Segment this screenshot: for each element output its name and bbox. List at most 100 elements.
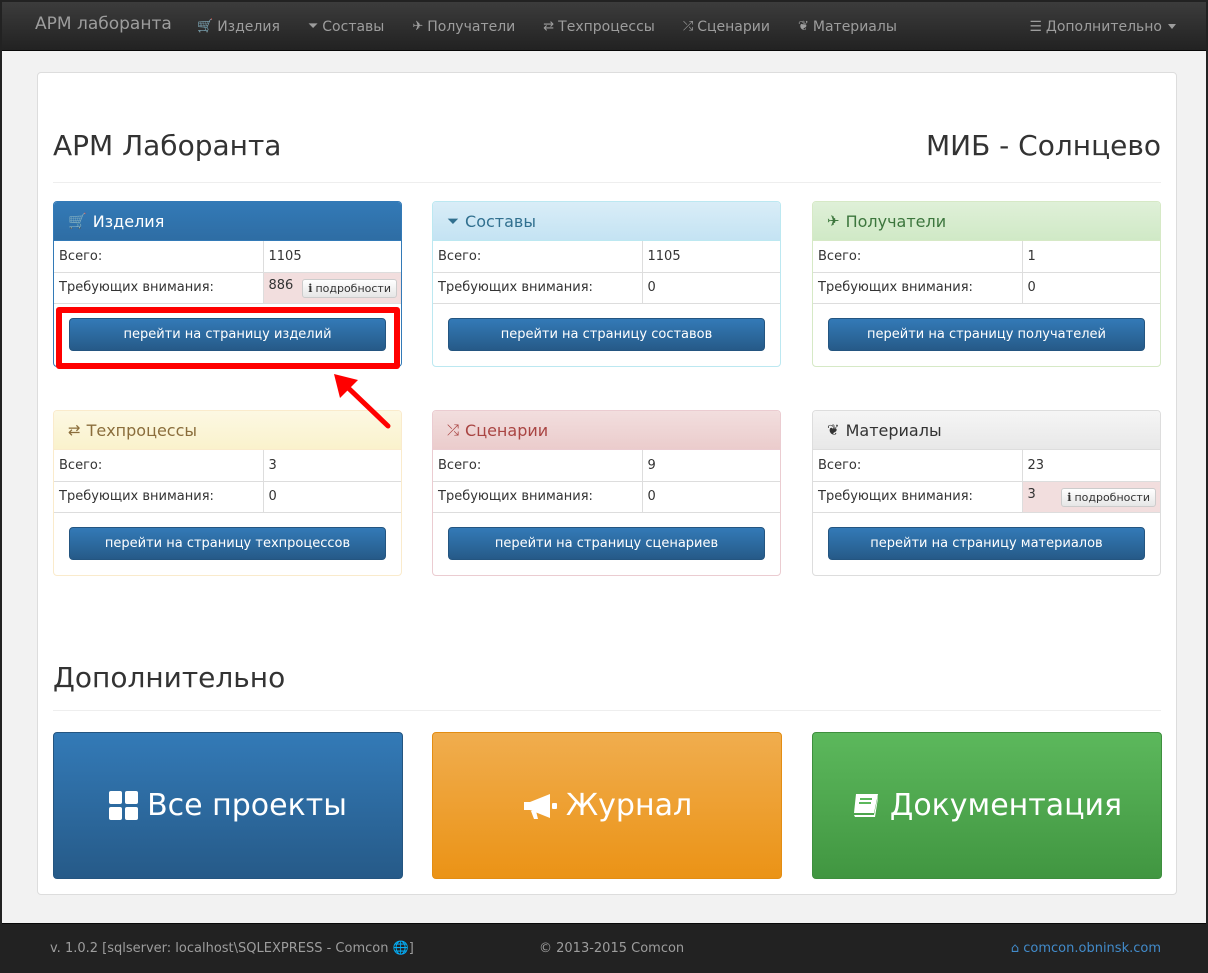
panel-title: Изделия (92, 211, 165, 231)
total-label: Всего: (54, 241, 264, 273)
go-to-compositions-button[interactable]: перейти на страницу составов (448, 317, 765, 351)
attention-label: Требующих внимания: (433, 481, 643, 513)
details-button[interactable]: i подробности (302, 278, 397, 298)
nav-item-materials[interactable]: ❦ Материалы (798, 2, 897, 51)
big-button-label: Документация (889, 788, 1123, 823)
total-label: Всего: (54, 450, 264, 482)
app-window: АРМ лаборанта 🛒 Изделия ⏷ Составы ✈ Полу… (0, 0, 1208, 973)
section-header: Дополнительно (53, 655, 1161, 711)
table-row: Всего: 1105 (54, 241, 401, 273)
footer: v. 1.0.2 [sqlserver: localhost\SQLEXPRES… (2, 923, 1206, 973)
table-row: Всего: 1 (813, 241, 1160, 273)
random-icon: ⤮ (682, 19, 694, 34)
journal-button[interactable]: Журнал (432, 732, 782, 879)
nav-item-techprocesses[interactable]: ⇄ Техпроцессы (543, 2, 655, 51)
attention-value: 0 (642, 272, 780, 304)
filter-icon: ⏷ (447, 212, 460, 230)
total-value: 3 (263, 450, 401, 482)
panel-recipients: ✈ Получатели Всего: 1 Требующих внимания… (812, 201, 1161, 367)
table-row: Требующих внимания: 0 (433, 272, 780, 304)
info-icon: i (308, 281, 313, 295)
panel-heading: ❦ Материалы (813, 411, 1160, 450)
details-label: подробности (315, 281, 391, 295)
details-button[interactable]: i подробности (1061, 487, 1156, 507)
nav-item-label: Сценарии (697, 18, 770, 35)
copyright: © 2013-2015 Comcon (539, 941, 685, 956)
panel-footer: перейти на страницу материалов (813, 513, 1160, 575)
plane-icon: ✈ (412, 19, 424, 34)
more-dropdown[interactable]: ☰ Дополнительно (1029, 2, 1176, 51)
total-value: 9 (642, 450, 780, 482)
total-label: Всего: (813, 450, 1023, 482)
stats-table: Всего: 23 Требующих внимания: 3 i подробн… (813, 450, 1160, 513)
total-value: 1105 (263, 241, 401, 273)
attention-label: Требующих внимания: (813, 481, 1023, 513)
panel-title: Получатели (845, 211, 947, 231)
panel-heading: ⤮ Сценарии (433, 411, 780, 450)
nav-item-label: Изделия (217, 18, 280, 35)
random-icon: ⤮ (447, 421, 460, 439)
go-to-techprocesses-button[interactable]: перейти на страницу техпроцессов (69, 526, 386, 560)
table-row: Требующих внимания: 886 i подробности (54, 272, 401, 304)
panel-techprocesses: ⇄ Техпроцессы Всего: 3 Требующих внимани… (53, 410, 402, 576)
attention-label: Требующих внимания: (54, 481, 264, 513)
shopping-cart-icon: 🛒 (197, 19, 214, 34)
nav-item-label: Материалы (812, 18, 897, 35)
go-to-recipients-button[interactable]: перейти на страницу получателей (828, 317, 1145, 351)
book-icon (852, 791, 882, 821)
all-projects-button[interactable]: Все проекты (53, 732, 403, 879)
nav-item-label: Техпроцессы (558, 18, 655, 35)
retweet-icon: ⇄ (543, 19, 555, 34)
shopping-cart-icon: 🛒 (68, 212, 87, 230)
home-link[interactable]: ⌂ comcon.obninsk.com (1011, 941, 1161, 956)
attention-label: Требующих внимания: (54, 272, 264, 304)
attention-value: 886 (268, 277, 294, 293)
bullhorn-icon (522, 792, 558, 820)
leaf-icon: ❦ (797, 19, 809, 34)
table-row: Требующих внимания: 3 i подробности (813, 481, 1160, 513)
big-button-label: Все проекты (147, 788, 347, 823)
main-nav: 🛒 Изделия ⏷ Составы ✈ Получатели ⇄ Техпр… (197, 2, 925, 51)
table-row: Всего: 9 (433, 450, 780, 482)
leaf-icon: ❦ (827, 421, 840, 439)
panel-scenarios: ⤮ Сценарии Всего: 9 Требующих внимания: … (432, 410, 781, 576)
total-value: 1 (1022, 241, 1160, 273)
documentation-button[interactable]: Документация (812, 732, 1162, 879)
attention-label: Требующих внимания: (813, 272, 1023, 304)
attention-value: 0 (263, 481, 401, 513)
top-navbar: АРМ лаборанта 🛒 Изделия ⏷ Составы ✈ Полу… (2, 2, 1206, 51)
go-to-products-button[interactable]: перейти на страницу изделий (69, 317, 386, 351)
total-label: Всего: (433, 450, 643, 482)
table-row: Всего: 1105 (433, 241, 780, 273)
brand-link[interactable]: АРМ лаборанта (35, 14, 172, 34)
main-container: АРМ Лаборанта МИБ - Солнцево 🛒 Изделия В… (37, 72, 1177, 895)
version-info: v. 1.0.2 [sqlserver: localhost\SQLEXPRES… (50, 941, 414, 956)
total-value: 23 (1022, 450, 1160, 482)
total-value: 1105 (642, 241, 780, 273)
th-large-icon (109, 790, 139, 821)
filter-icon: ⏷ (307, 19, 319, 34)
stats-table: Всего: 1105 Требующих внимания: 886 i под… (54, 241, 401, 304)
nav-item-compositions[interactable]: ⏷ Составы (308, 2, 384, 51)
attention-label: Требующих внимания: (433, 272, 643, 304)
go-to-materials-button[interactable]: перейти на страницу материалов (828, 526, 1145, 560)
nav-item-products[interactable]: 🛒 Изделия (197, 2, 280, 51)
attention-value: 0 (642, 481, 780, 513)
panel-heading: 🛒 Изделия (54, 202, 401, 241)
table-row: Всего: 3 (54, 450, 401, 482)
panel-materials: ❦ Материалы Всего: 23 Требующих внимания… (812, 410, 1161, 576)
attention-value: 3 (1027, 486, 1036, 502)
panel-heading: ⇄ Техпроцессы (54, 411, 401, 450)
nav-item-recipients[interactable]: ✈ Получатели (412, 2, 515, 51)
attention-value: 0 (1022, 272, 1160, 304)
list-icon: ☰ (1029, 18, 1042, 35)
panel-title: Материалы (845, 420, 942, 440)
panel-footer: перейти на страницу изделий (54, 304, 401, 366)
section-title: Дополнительно (53, 661, 286, 694)
panel-footer: перейти на страницу техпроцессов (54, 513, 401, 575)
more-dropdown-label: Дополнительно (1045, 18, 1162, 35)
nav-item-scenarios[interactable]: ⤮ Сценарии (683, 2, 770, 51)
go-to-scenarios-button[interactable]: перейти на страницу сценариев (448, 526, 765, 560)
table-row: Всего: 23 (813, 450, 1160, 482)
panel-footer: перейти на страницу сценариев (433, 513, 780, 575)
